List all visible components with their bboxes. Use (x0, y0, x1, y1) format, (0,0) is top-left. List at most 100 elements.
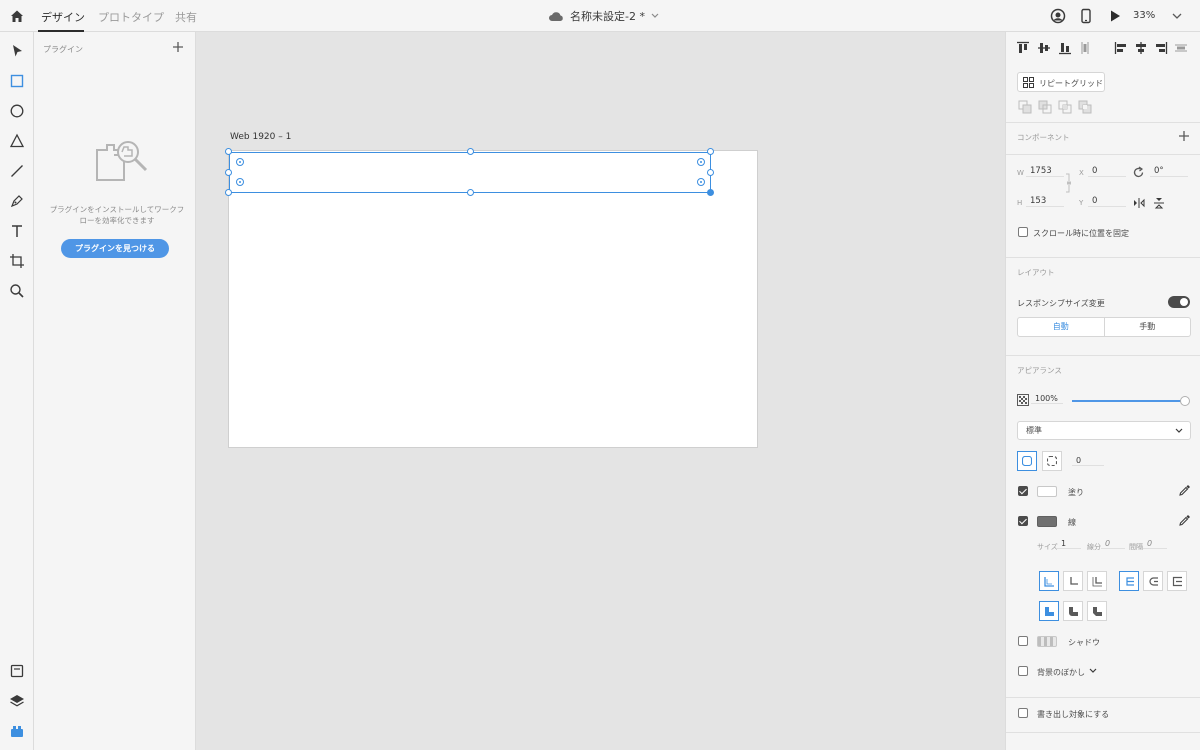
play-icon[interactable] (1107, 8, 1123, 24)
corner-radius-handle-bottom-left[interactable] (236, 178, 244, 186)
add-component-icon[interactable] (1178, 130, 1190, 142)
flip-vertical-icon[interactable] (1152, 196, 1166, 210)
pen-tool-icon[interactable] (8, 192, 26, 210)
resize-handle-bottom-right[interactable] (707, 189, 714, 196)
boolean-intersect-icon[interactable] (1058, 100, 1072, 114)
resize-handle-top[interactable] (467, 148, 474, 155)
opacity-slider-track[interactable] (1072, 400, 1186, 402)
assets-panel-icon[interactable] (8, 662, 26, 680)
align-right-icon[interactable] (1154, 41, 1168, 55)
cap-butt-button[interactable] (1119, 571, 1139, 591)
stroke-checkbox[interactable] (1018, 516, 1028, 526)
zoom-tool-icon[interactable] (8, 282, 26, 300)
eyedropper-icon[interactable] (1178, 484, 1191, 497)
artboard-tool-icon[interactable] (8, 252, 26, 270)
resize-handle-top-right[interactable] (707, 148, 714, 155)
rectangle-tool-icon[interactable] (8, 72, 26, 90)
join-bevel-button[interactable] (1087, 601, 1107, 621)
resize-handle-left[interactable] (225, 169, 232, 176)
resize-handle-bottom-left[interactable] (225, 189, 232, 196)
zoom-level[interactable]: 33% (1133, 10, 1155, 21)
opacity-field[interactable]: 100% (1031, 394, 1063, 404)
tab-prototype[interactable]: プロトタイプ (98, 9, 164, 25)
component-section-title: コンポーネント (1017, 133, 1070, 142)
zoom-chevron-down-icon[interactable] (1172, 12, 1182, 20)
responsive-resize-toggle[interactable] (1168, 296, 1190, 308)
width-field[interactable]: 1753 (1026, 166, 1064, 177)
stroke-size-field[interactable]: 1 (1057, 539, 1081, 549)
selected-rectangle[interactable] (229, 152, 711, 193)
height-label: H (1017, 199, 1023, 207)
lock-aspect-icon[interactable] (1064, 172, 1074, 194)
chevron-down-icon[interactable] (1089, 668, 1097, 674)
corner-radius-handle-top-right[interactable] (697, 158, 705, 166)
uniform-corner-button[interactable] (1017, 451, 1037, 471)
uniform-corner-icon (1022, 456, 1032, 466)
export-checkbox[interactable] (1018, 708, 1028, 718)
boolean-exclude-icon[interactable] (1078, 100, 1092, 114)
align-top-icon[interactable] (1016, 41, 1030, 55)
join-miter-button[interactable] (1039, 601, 1059, 621)
corner-radius-handle-top-left[interactable] (236, 158, 244, 166)
distribute-vertical-icon[interactable] (1078, 41, 1092, 55)
user-icon[interactable] (1050, 8, 1066, 24)
fill-color-swatch[interactable] (1037, 486, 1057, 497)
eyedropper-icon[interactable] (1178, 514, 1191, 527)
boolean-add-icon[interactable] (1018, 100, 1032, 114)
stroke-color-swatch[interactable] (1037, 516, 1057, 527)
corner-radius-handle-bottom-right[interactable] (697, 178, 705, 186)
join-round-button[interactable] (1063, 601, 1083, 621)
tab-share[interactable]: 共有 (175, 9, 197, 25)
align-bottom-icon[interactable] (1058, 41, 1072, 55)
canvas[interactable]: Web 1920 – 1 (196, 32, 1005, 750)
ellipse-tool-icon[interactable] (8, 102, 26, 120)
distribute-horizontal-icon[interactable] (1174, 41, 1188, 55)
tab-design[interactable]: デザイン (41, 9, 85, 25)
layers-panel-icon[interactable] (8, 692, 26, 710)
gap-field[interactable]: 0 (1143, 539, 1167, 549)
corner-radius-field[interactable]: 0 (1072, 456, 1104, 466)
select-tool-icon[interactable] (8, 42, 26, 60)
home-icon[interactable] (9, 8, 25, 24)
text-tool-icon[interactable] (8, 222, 26, 240)
height-field[interactable]: 153 (1026, 196, 1064, 207)
divider (1006, 257, 1200, 258)
boolean-subtract-icon[interactable] (1038, 100, 1052, 114)
add-plugin-icon[interactable] (172, 41, 184, 53)
shadow-checkbox[interactable] (1018, 636, 1028, 646)
cap-square-button[interactable] (1167, 571, 1187, 591)
flip-horizontal-icon[interactable] (1132, 196, 1146, 210)
repeat-grid-button[interactable]: リピートグリッド (1017, 72, 1105, 92)
rotation-field[interactable]: 0° (1150, 166, 1188, 177)
per-corner-button[interactable] (1042, 451, 1062, 471)
resize-handle-right[interactable] (707, 169, 714, 176)
fill-checkbox[interactable] (1018, 486, 1028, 496)
blend-mode-dropdown[interactable]: 標準 (1017, 421, 1191, 440)
responsive-manual-button[interactable]: 手動 (1103, 318, 1191, 336)
fix-scroll-checkbox[interactable] (1018, 227, 1028, 237)
document-title-area[interactable]: 名称未設定-2 * (548, 8, 659, 24)
bg-blur-checkbox[interactable] (1018, 666, 1028, 676)
shadow-color-swatch[interactable] (1037, 636, 1057, 647)
y-field[interactable]: 0 (1088, 196, 1126, 207)
stroke-outer-button[interactable] (1087, 571, 1107, 591)
stroke-inner-button[interactable] (1039, 571, 1059, 591)
dash-field[interactable]: 0 (1101, 539, 1125, 549)
x-field[interactable]: 0 (1088, 166, 1126, 177)
align-left-icon[interactable] (1114, 41, 1128, 55)
artboard-label[interactable]: Web 1920 – 1 (230, 132, 291, 142)
polygon-tool-icon[interactable] (8, 132, 26, 150)
responsive-auto-button[interactable]: 自動 (1018, 318, 1104, 336)
resize-handle-top-left[interactable] (225, 148, 232, 155)
device-preview-icon[interactable] (1078, 8, 1094, 24)
resize-handle-bottom[interactable] (467, 189, 474, 196)
line-tool-icon[interactable] (8, 162, 26, 180)
plugins-panel-icon[interactable] (8, 722, 26, 740)
align-middle-icon[interactable] (1037, 41, 1051, 55)
stroke-center-button[interactable] (1063, 571, 1083, 591)
opacity-slider-knob[interactable] (1180, 396, 1190, 406)
find-plugins-button[interactable]: プラグインを見つける (61, 239, 169, 258)
artboard[interactable] (228, 150, 758, 448)
cap-round-button[interactable] (1143, 571, 1163, 591)
align-center-icon[interactable] (1134, 41, 1148, 55)
